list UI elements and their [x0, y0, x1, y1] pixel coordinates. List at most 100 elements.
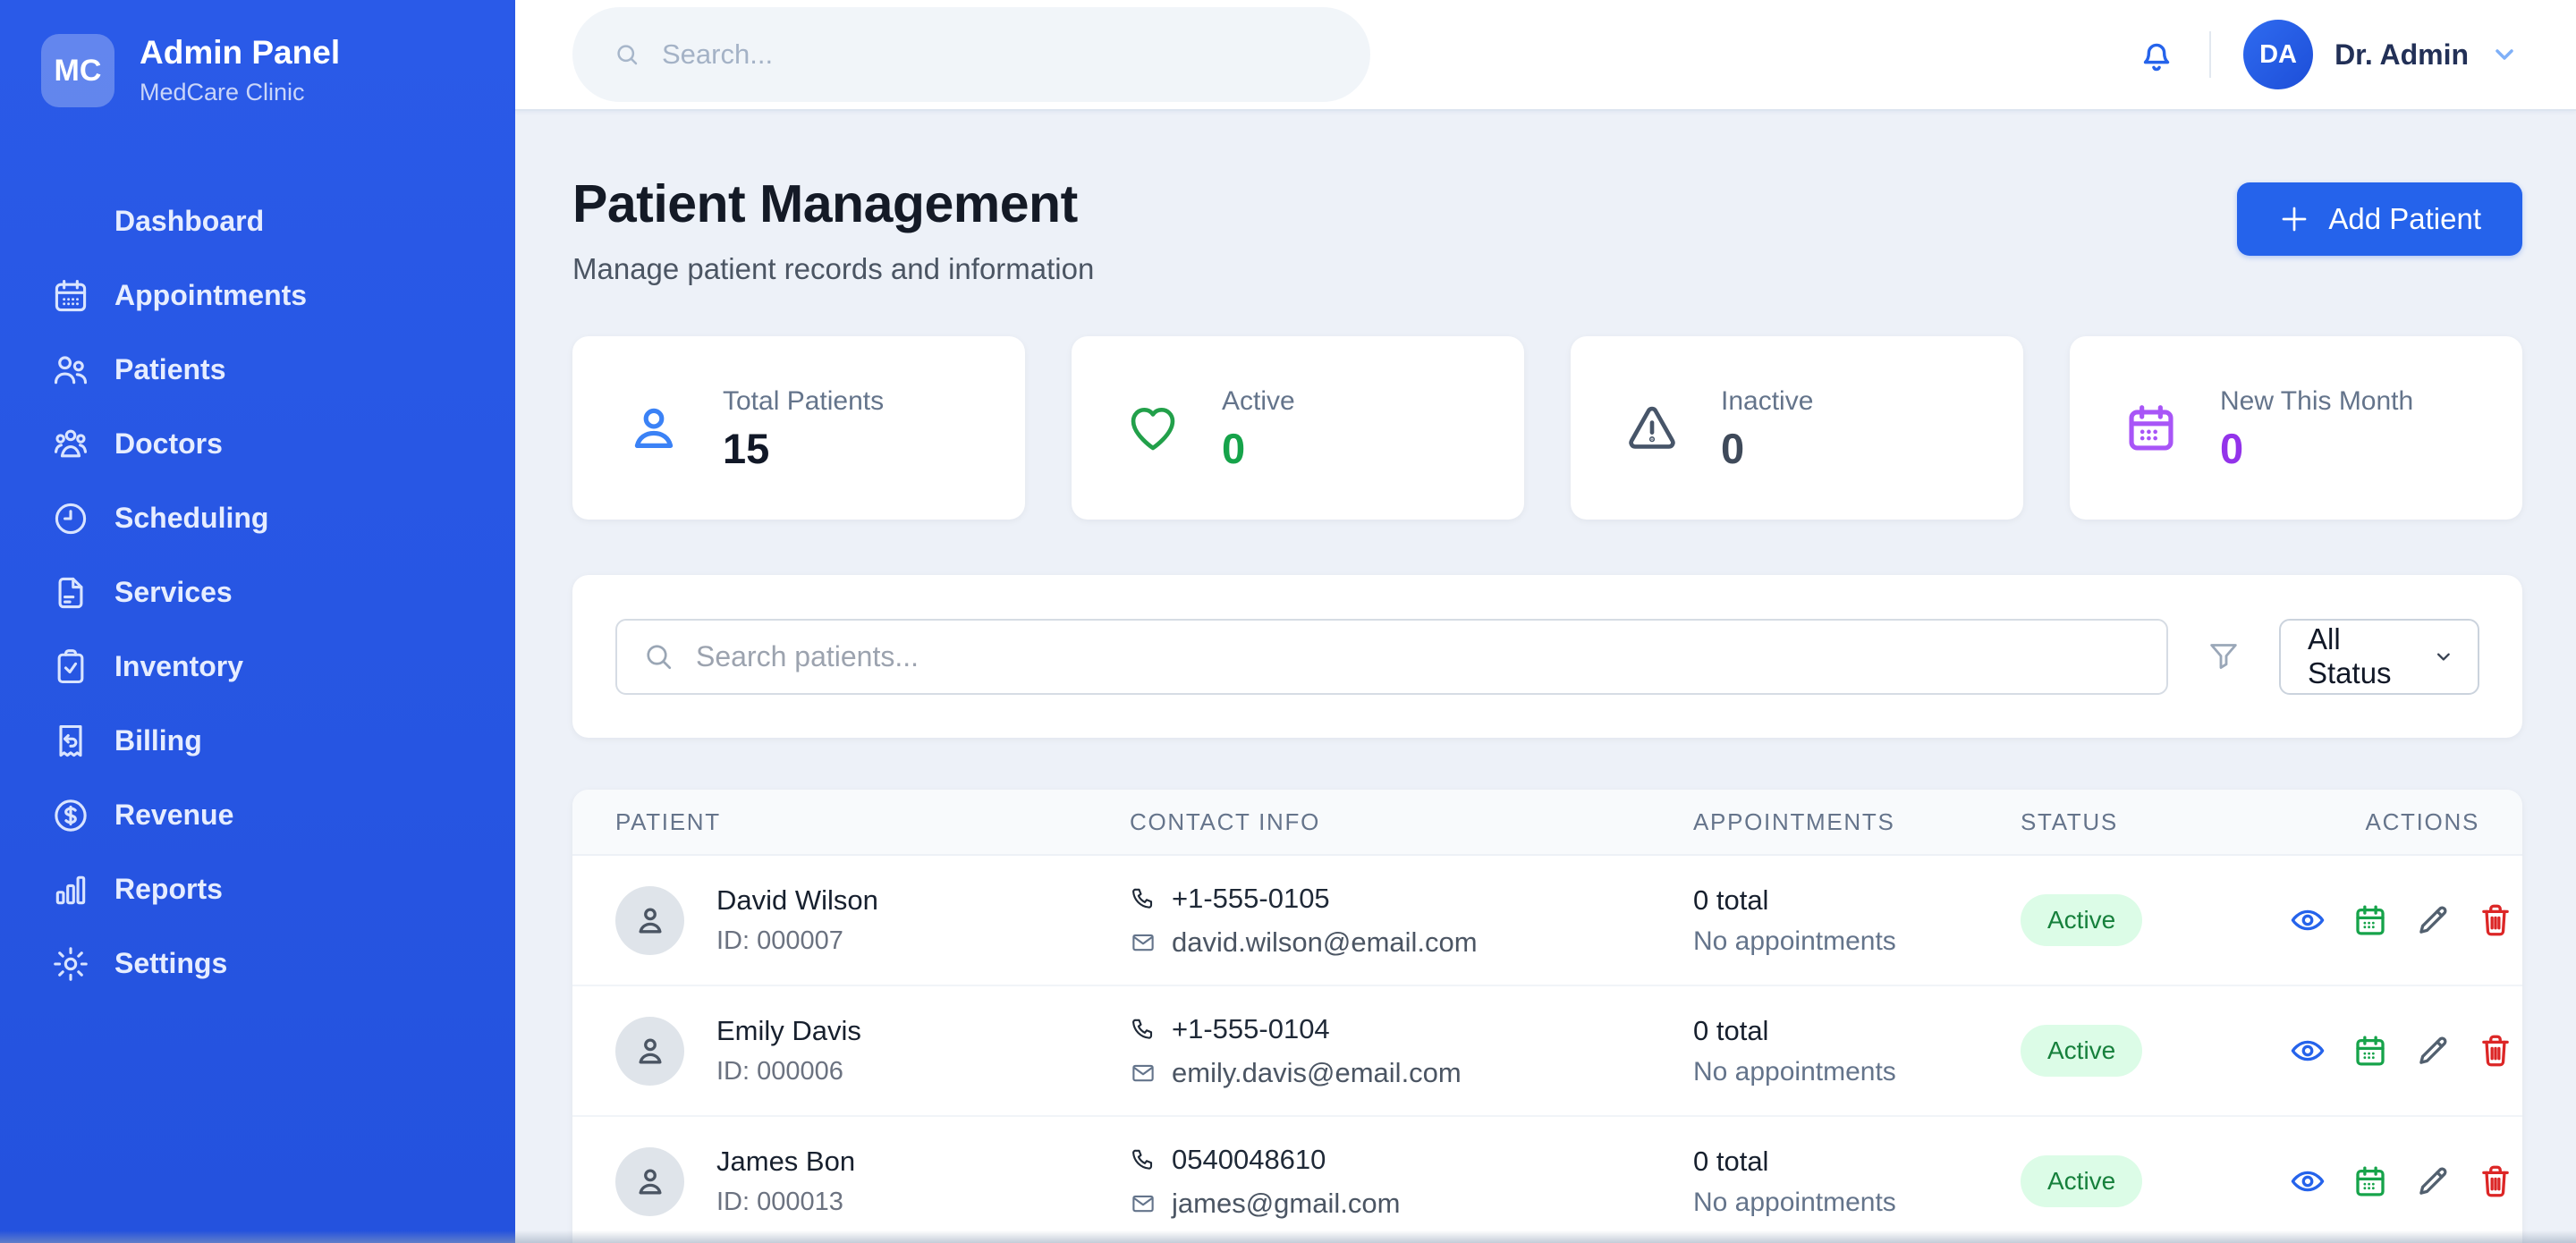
view-patient-button[interactable] [2289, 1032, 2326, 1070]
patient-avatar-icon [615, 1147, 684, 1216]
schedule-appointment-button[interactable] [2351, 901, 2389, 939]
sidebar-item-label: Reports [114, 873, 223, 906]
delete-patient-button[interactable] [2477, 1163, 2514, 1200]
stat-label: Total Patients [723, 386, 884, 417]
topbar-right: DA Dr. Admin [2136, 20, 2519, 89]
sidebar-item-label: Scheduling [114, 502, 268, 535]
clinic-logo: MC [41, 34, 114, 107]
topbar-divider [2209, 31, 2211, 78]
patient-name: James Bon [716, 1146, 855, 1178]
delete-patient-button[interactable] [2477, 1032, 2514, 1070]
sidebar-item-doctors[interactable]: Doctors [0, 407, 515, 481]
patient-phone: 0540048610 [1130, 1144, 1693, 1176]
stat-value: 0 [2220, 427, 2413, 469]
patient-search[interactable] [615, 619, 2168, 695]
sidebar-item-label: Revenue [114, 799, 233, 832]
appointments-note: No appointments [1693, 1057, 2021, 1087]
table-row: Emily Davis ID: 000006 +1-555-0104 emily… [572, 986, 2522, 1117]
stat-cards: Total Patients 15 Active 0 [572, 336, 2522, 520]
status-badge: Active [2021, 894, 2142, 946]
patient-email: james@gmail.com [1130, 1188, 1693, 1220]
users-icon [50, 350, 91, 391]
column-header-patient: PATIENT [615, 808, 1130, 836]
sidebar: MC Admin Panel MedCare Clinic Dashboard … [0, 0, 515, 1243]
sidebar-item-settings[interactable]: Settings [0, 926, 515, 1001]
mail-icon [1130, 1190, 1157, 1217]
column-header-actions: ACTIONS [2289, 808, 2479, 836]
view-patient-button[interactable] [2289, 901, 2326, 939]
patient-id: ID: 000013 [716, 1188, 855, 1217]
user-menu[interactable]: DA Dr. Admin [2243, 20, 2519, 89]
appointments-total: 0 total [1693, 884, 2021, 917]
sidebar-item-revenue[interactable]: Revenue [0, 778, 515, 852]
phone-number: +1-555-0105 [1172, 883, 1330, 915]
page-title: Patient Management [572, 173, 1094, 234]
empty-icon-slot [50, 201, 91, 242]
sidebar-item-label: Inventory [114, 650, 243, 683]
pencil-icon [2414, 1163, 2452, 1200]
clipboard-icon [50, 647, 91, 688]
stat-label: New This Month [2220, 386, 2413, 417]
bar-chart-icon [50, 869, 91, 910]
sidebar-item-label: Billing [114, 724, 202, 757]
calendar-icon [50, 275, 91, 317]
sidebar-nav: Dashboard Appointments Patients Doctors [0, 184, 515, 1001]
edit-patient-button[interactable] [2414, 901, 2452, 939]
pencil-icon [2414, 901, 2452, 939]
sidebar-item-label: Settings [114, 947, 227, 980]
patient-email: david.wilson@email.com [1130, 926, 1693, 959]
patient-email: emily.davis@email.com [1130, 1057, 1693, 1089]
dollar-circle-icon [50, 795, 91, 836]
sidebar-item-label: Services [114, 576, 233, 609]
sidebar-item-reports[interactable]: Reports [0, 852, 515, 926]
edit-patient-button[interactable] [2414, 1163, 2452, 1200]
trash-icon [2477, 901, 2514, 939]
receipt-icon [50, 721, 91, 762]
schedule-appointment-button[interactable] [2351, 1163, 2389, 1200]
phone-number: 0540048610 [1172, 1144, 1326, 1176]
sidebar-item-services[interactable]: Services [0, 555, 515, 630]
sidebar-item-billing[interactable]: Billing [0, 704, 515, 778]
email-address: david.wilson@email.com [1172, 926, 1478, 959]
chevron-down-icon [2431, 644, 2456, 669]
status-badge: Active [2021, 1155, 2142, 1207]
patient-id: ID: 000007 [716, 926, 878, 956]
stat-label: Active [1222, 386, 1295, 417]
add-patient-button[interactable]: Add Patient [2237, 182, 2522, 256]
bell-icon [2136, 34, 2177, 75]
page-content: Patient Management Manage patient record… [515, 111, 2576, 1243]
mail-icon [1130, 1060, 1157, 1087]
sidebar-item-patients[interactable]: Patients [0, 333, 515, 407]
sidebar-item-scheduling[interactable]: Scheduling [0, 481, 515, 555]
column-header-appointments: APPOINTMENTS [1693, 808, 2021, 836]
schedule-appointment-button[interactable] [2351, 1032, 2389, 1070]
user-avatar: DA [2243, 20, 2313, 89]
edit-patient-button[interactable] [2414, 1032, 2452, 1070]
phone-number: +1-555-0104 [1172, 1013, 1330, 1045]
sidebar-item-inventory[interactable]: Inventory [0, 630, 515, 704]
status-filter-select[interactable]: All Status [2279, 619, 2479, 695]
appointments-total: 0 total [1693, 1015, 2021, 1047]
trash-icon [2477, 1163, 2514, 1200]
search-icon [614, 41, 640, 68]
filter-funnel-icon [2206, 638, 2241, 674]
patient-search-input[interactable] [696, 640, 2141, 673]
stat-card-inactive: Inactive 0 [1571, 336, 2023, 520]
table-header: PATIENT CONTACT INFO APPOINTMENTS STATUS… [572, 790, 2522, 856]
delete-patient-button[interactable] [2477, 901, 2514, 939]
doctors-icon [50, 424, 91, 465]
phone-icon [1130, 885, 1157, 912]
global-search[interactable] [572, 7, 1370, 102]
calendar-icon [2351, 1032, 2389, 1070]
sidebar-item-appointments[interactable]: Appointments [0, 258, 515, 333]
appointments-note: No appointments [1693, 926, 2021, 957]
warning-triangle-icon [1624, 401, 1680, 456]
stat-label: Inactive [1721, 386, 1813, 417]
view-patient-button[interactable] [2289, 1163, 2326, 1200]
notifications-button[interactable] [2136, 34, 2177, 75]
global-search-input[interactable] [662, 38, 1329, 71]
email-address: emily.davis@email.com [1172, 1057, 1462, 1089]
sidebar-item-dashboard[interactable]: Dashboard [0, 184, 515, 258]
patient-phone: +1-555-0105 [1130, 883, 1693, 915]
user-icon [626, 401, 682, 456]
